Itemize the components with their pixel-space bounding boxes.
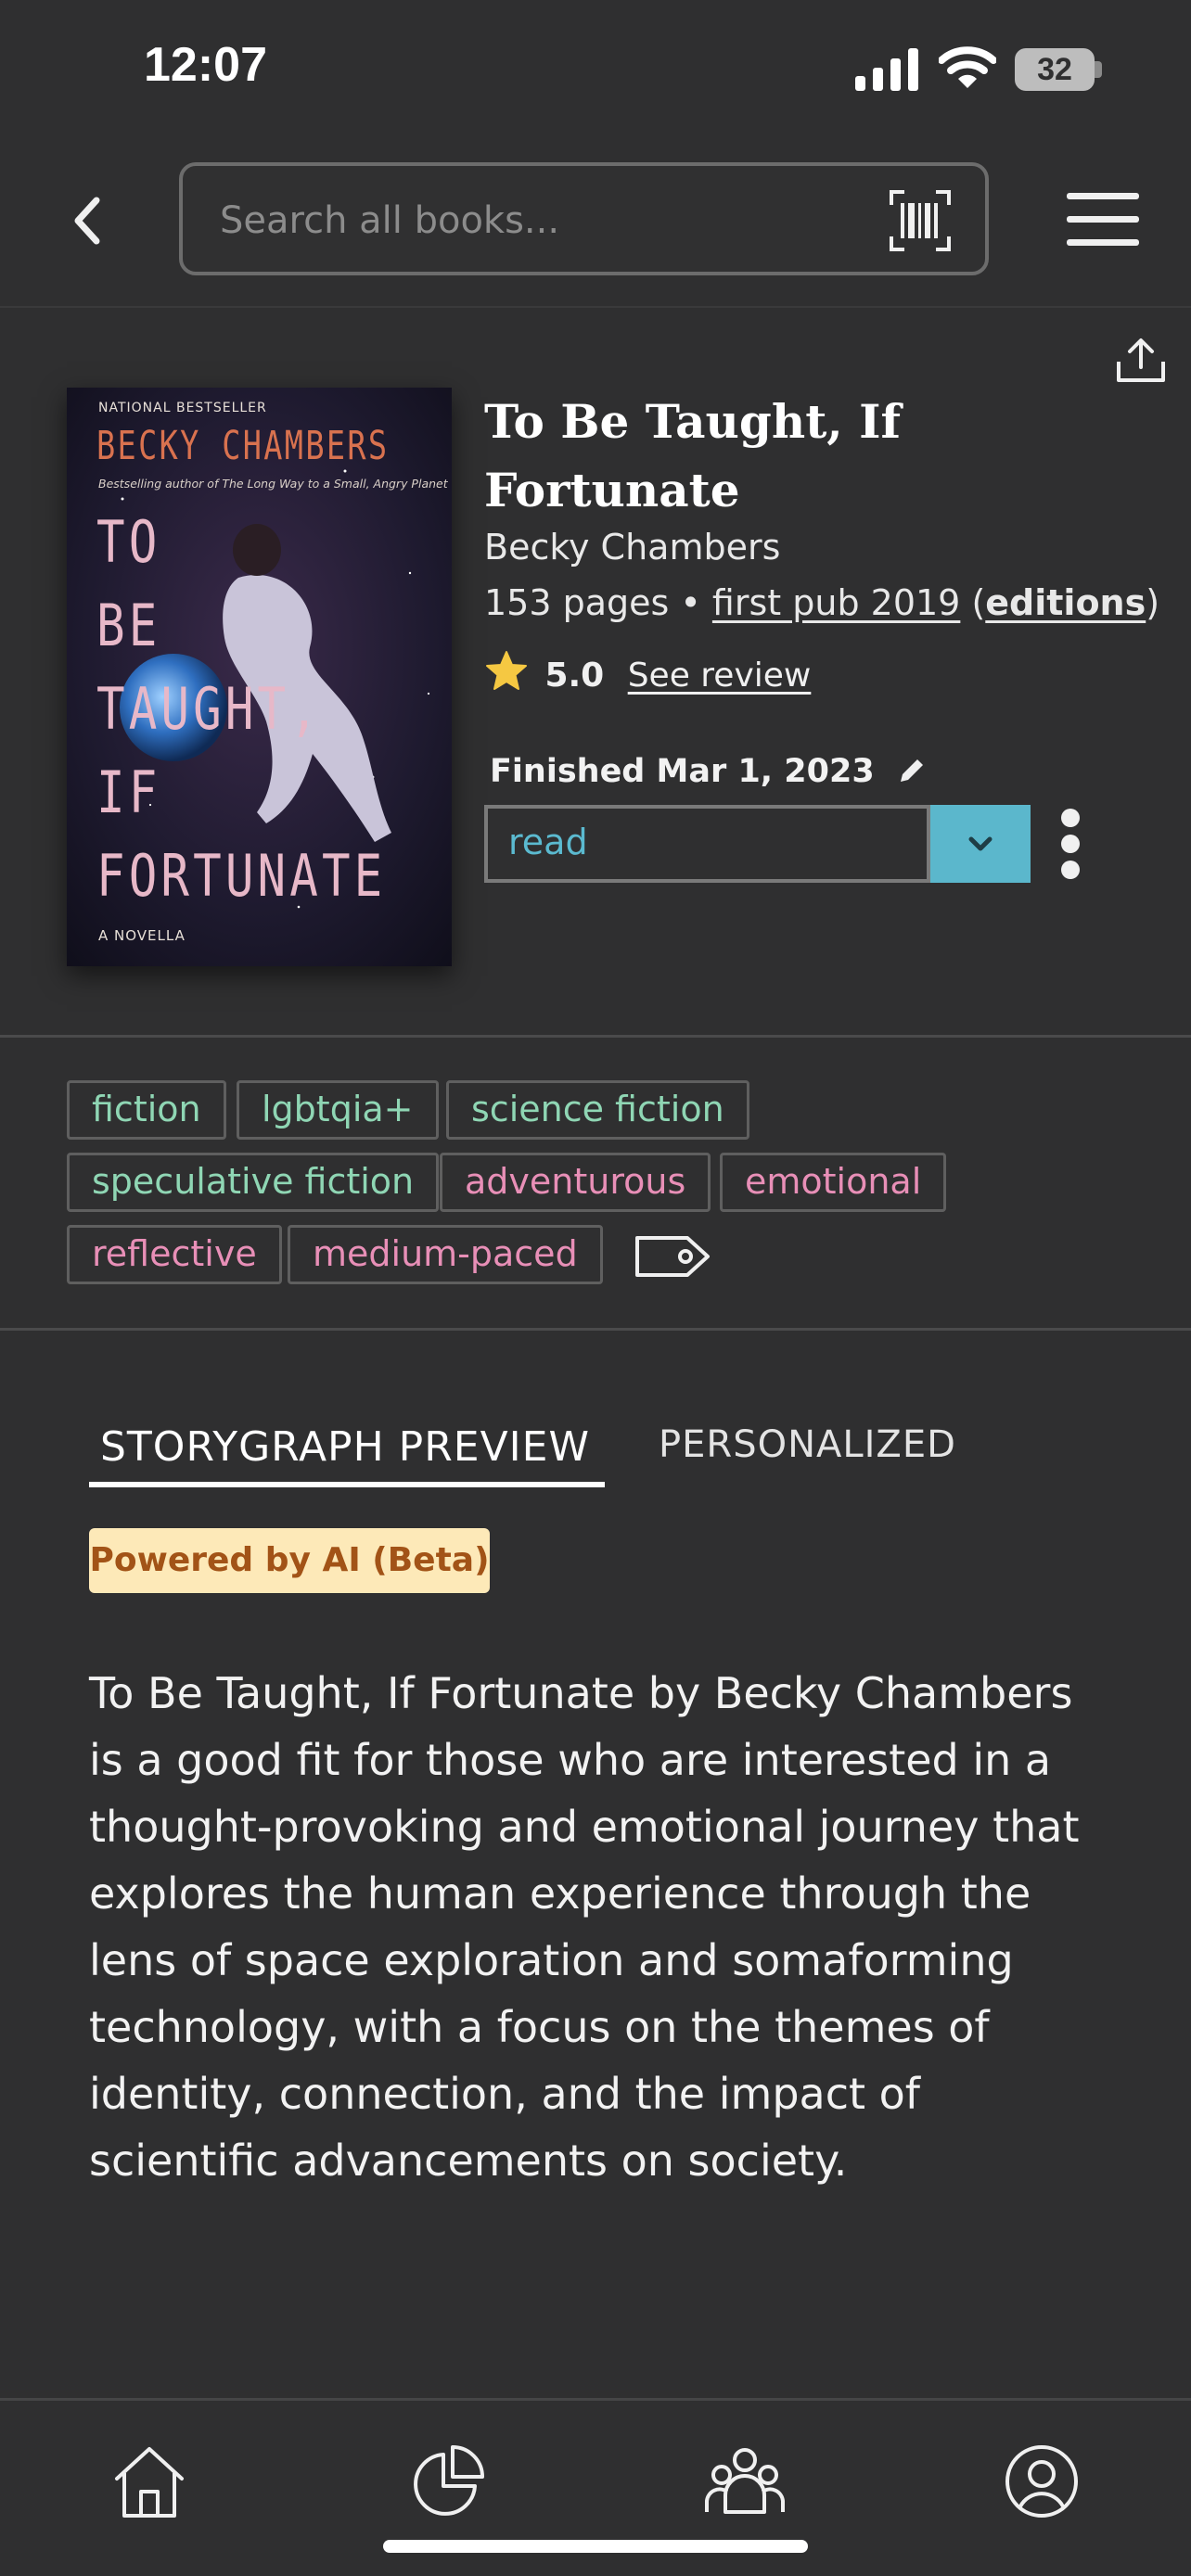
rating-value: 5.0 [544, 657, 605, 695]
tag-adventurous[interactable]: adventurous [440, 1153, 711, 1212]
page-count: 153 pages [484, 582, 670, 623]
divider [0, 1035, 1191, 1038]
cover-title: TO BE TAUGHT, IF FORTUNATE [96, 508, 387, 910]
status-dropdown-button[interactable] [930, 805, 1031, 883]
tag-speculative-fiction[interactable]: speculative fiction [67, 1153, 440, 1212]
home-indicator [383, 2540, 808, 2553]
barcode-scan-icon[interactable] [888, 188, 953, 253]
rating-row: 5.0 See review [484, 649, 811, 695]
chevron-left-icon[interactable] [65, 195, 111, 247]
tag-emotional[interactable]: emotional [720, 1153, 947, 1212]
profile-icon[interactable] [1002, 2442, 1082, 2521]
tab-personalized[interactable]: PERSONALIZED [659, 1423, 956, 1466]
tag-reflective[interactable]: reflective [67, 1225, 282, 1284]
book-meta: 153 pages • first pub 2019 (editions) [484, 582, 1160, 623]
cover-badge: NATIONAL BESTSELLER [98, 401, 267, 415]
battery-level: 32 [1015, 48, 1095, 91]
tag-lgbtqia[interactable]: lgbtqia+ [237, 1080, 439, 1140]
cellular-signal-icon [855, 48, 918, 91]
wifi-icon [939, 46, 996, 88]
cover-subtitle: A NOVELLA [98, 927, 186, 944]
chevron-down-icon [968, 836, 992, 851]
preview-text: To Be Taught, If Fortunate by Becky Cham… [89, 1668, 1080, 2186]
book-cover[interactable]: NATIONAL BESTSELLER BECKY CHAMBERS Bests… [67, 388, 452, 966]
status-bar: 12:07 32 [0, 0, 1191, 139]
cover-author: BECKY CHAMBERS [96, 423, 390, 469]
tab-storygraph-preview[interactable]: STORYGRAPH PREVIEW [100, 1423, 590, 1471]
search-input[interactable]: Search all books... [179, 162, 989, 275]
stats-pie-icon[interactable] [408, 2442, 488, 2521]
tag-science-fiction[interactable]: science fiction [446, 1080, 749, 1140]
share-icon[interactable] [1113, 336, 1169, 384]
community-icon[interactable] [705, 2442, 785, 2521]
battery-tip [1095, 61, 1102, 78]
cover-tagline: Bestselling author of The Long Way to a … [98, 477, 448, 491]
pencil-icon[interactable] [895, 754, 928, 787]
see-review-link[interactable]: See review [628, 657, 812, 695]
status-time: 12:07 [144, 38, 267, 92]
editions-link[interactable]: editions [985, 582, 1146, 623]
reading-status-value: read [508, 822, 588, 862]
add-tag-icon[interactable] [634, 1229, 713, 1284]
reading-status-select[interactable]: read [484, 805, 930, 883]
more-options-icon[interactable] [1057, 809, 1083, 883]
divider [0, 1328, 1191, 1331]
tag-medium-paced[interactable]: medium-paced [288, 1225, 603, 1284]
tag-fiction[interactable]: fiction [67, 1080, 226, 1140]
hamburger-menu-icon[interactable] [1067, 193, 1139, 247]
active-tab-indicator [89, 1482, 605, 1487]
search-placeholder: Search all books... [220, 199, 560, 242]
ai-beta-badge: Powered by AI (Beta) [89, 1528, 490, 1593]
home-icon[interactable] [109, 2442, 189, 2521]
first-pub-link[interactable]: first pub 2019 [712, 582, 960, 623]
book-title: To Be Taught, If Fortunate [484, 394, 901, 517]
finished-date[interactable]: Finished Mar 1, 2023 [490, 753, 928, 790]
book-author[interactable]: Becky Chambers [484, 527, 780, 567]
star-icon [486, 651, 527, 690]
